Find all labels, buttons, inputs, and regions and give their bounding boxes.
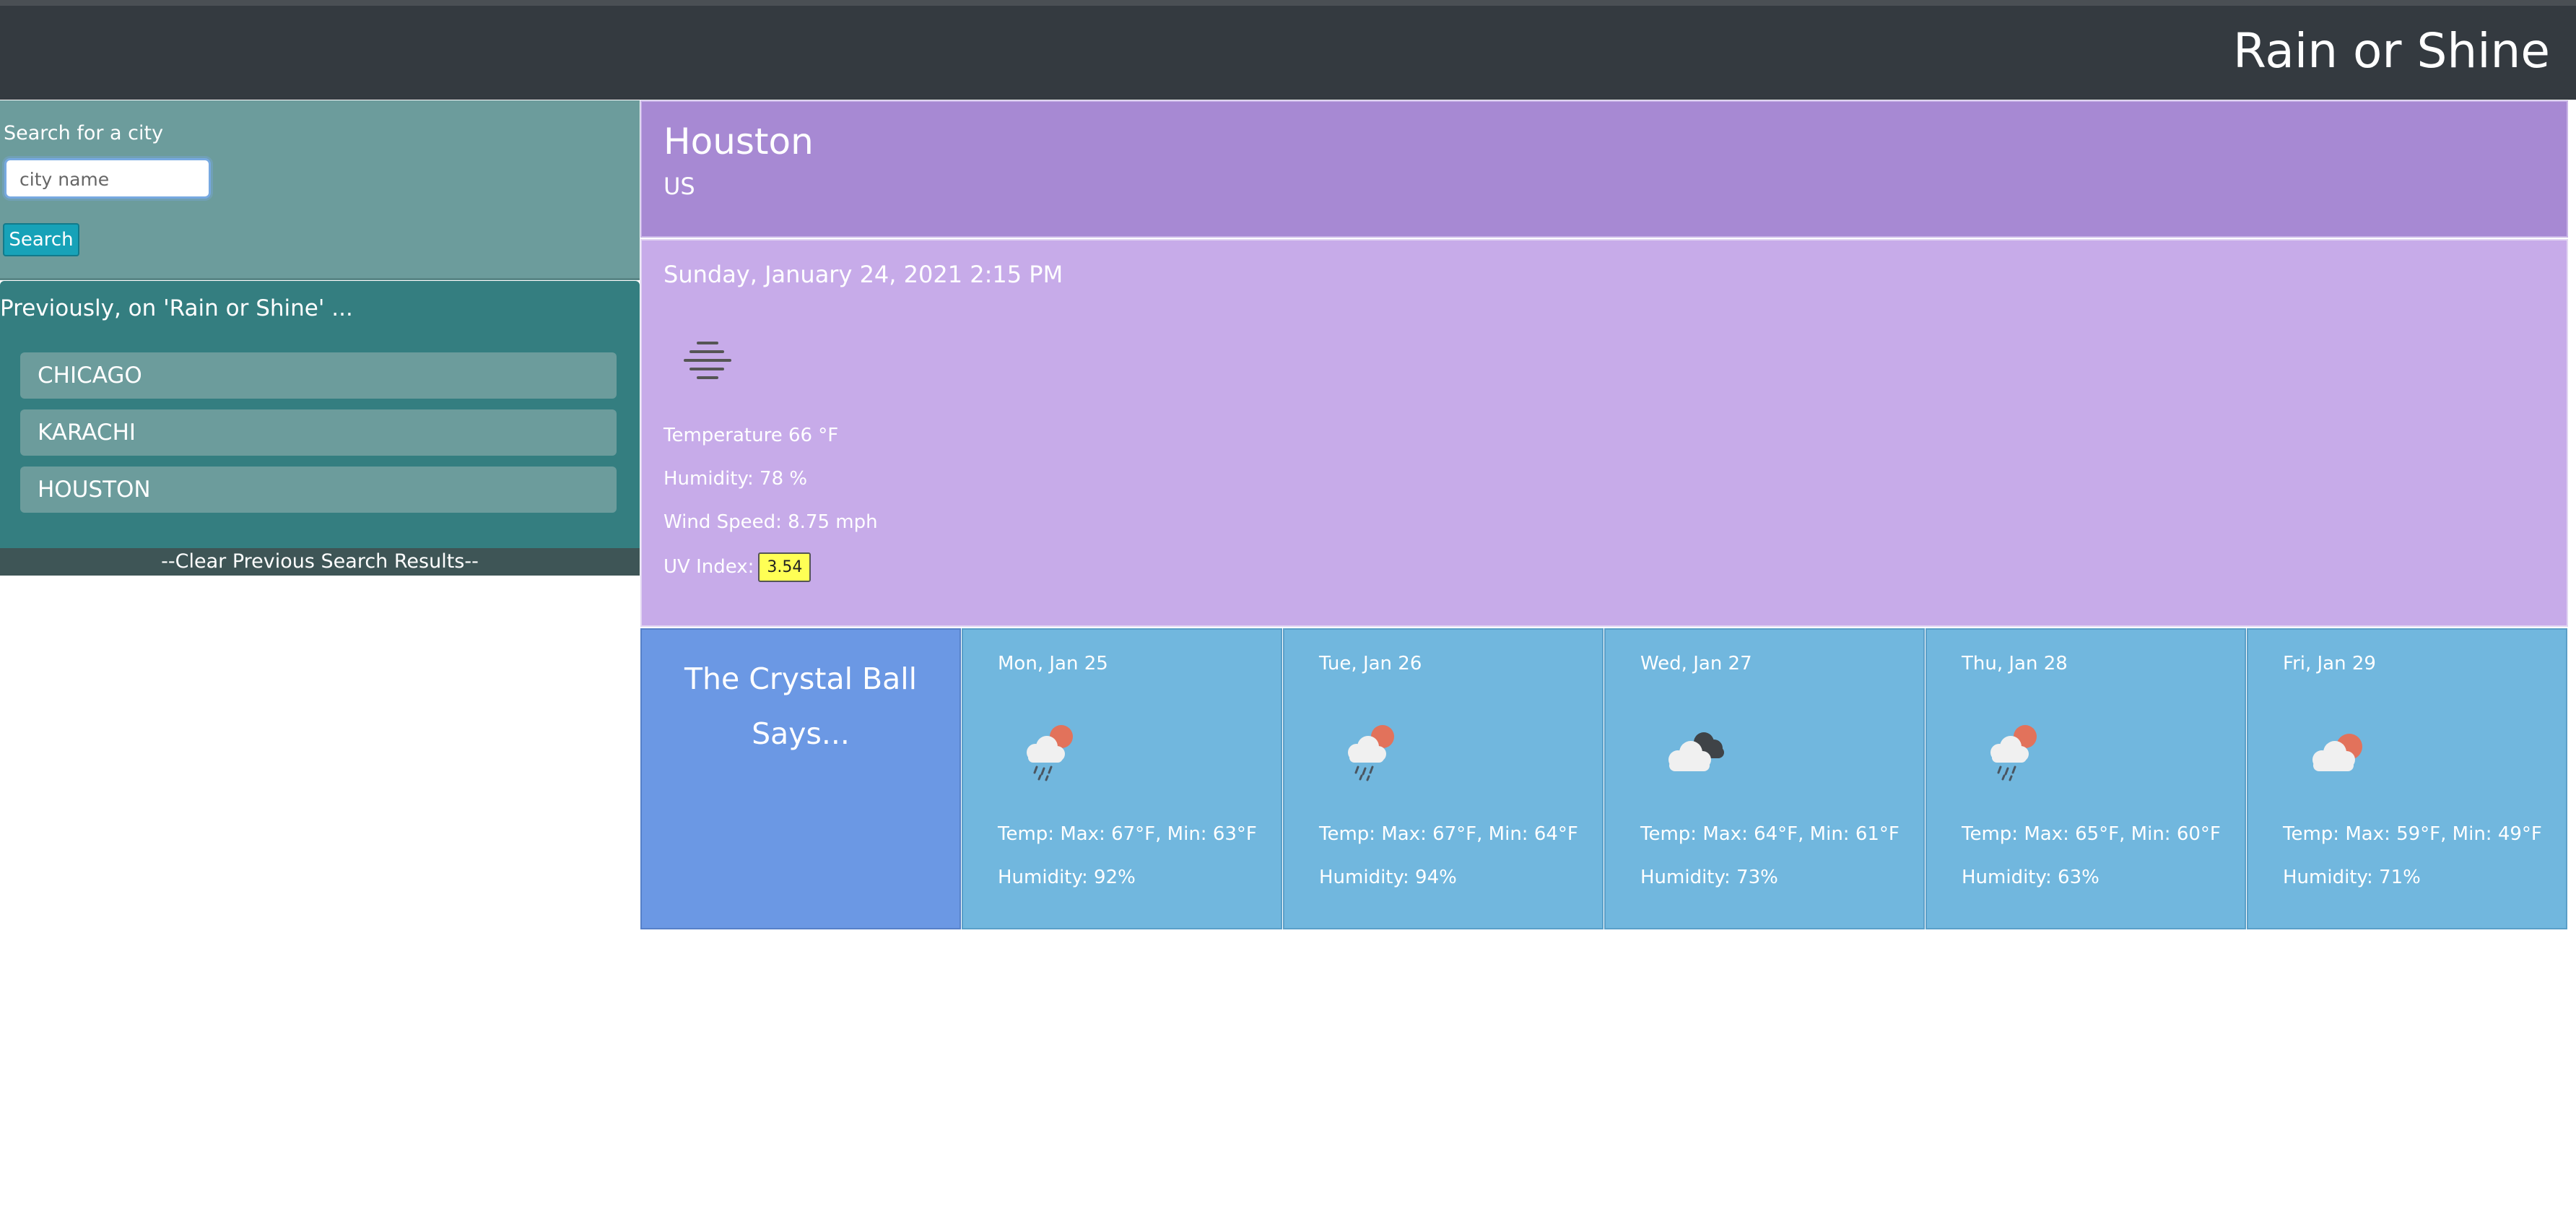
- broken-clouds-icon: [1668, 732, 1724, 771]
- history-item-chicago[interactable]: CHICAGO: [20, 352, 617, 399]
- search-panel: Search for a city city name Search: [0, 100, 640, 280]
- forecast-date: Fri, Jan 29: [2283, 653, 2376, 674]
- forecast-humidity: Humidity: 92%: [998, 867, 1136, 888]
- forecast-humidity: Humidity: 71%: [2283, 867, 2421, 888]
- cloud-sun-icon: [2312, 734, 2362, 771]
- forecast-humidity: Humidity: 63%: [1962, 867, 2099, 888]
- mist-icon: [684, 342, 731, 379]
- forecast-heading: The Crystal Ball Says...: [684, 661, 918, 751]
- history-item-karachi[interactable]: KARACHI: [20, 409, 617, 456]
- forecast-card-thu: Thu, Jan 28 Temp: Max: 65°F, Min: 60°F H…: [1926, 628, 2246, 929]
- history-item-houston[interactable]: HOUSTON: [20, 467, 617, 513]
- city-name: Houston: [663, 121, 814, 162]
- forecast-date: Thu, Jan 28: [1962, 653, 2068, 674]
- app-title: Rain or Shine: [2233, 23, 2550, 79]
- forecast-temp: Temp: Max: 67°F, Min: 63°F: [998, 823, 1257, 845]
- forecast-humidity: Humidity: 73%: [1640, 867, 1778, 888]
- history-title: Previously, on 'Rain or Shine' ...: [0, 295, 353, 321]
- forecast-card-mon: Mon, Jan 25 Temp: Max: 67°F, Min: 63°F H…: [962, 628, 1282, 929]
- search-history-panel: Previously, on 'Rain or Shine' ... CHICA…: [0, 281, 640, 548]
- current-temperature: Temperature 66 °F: [663, 425, 839, 446]
- current-wind-speed: Wind Speed: 8.75 mph: [663, 511, 878, 533]
- forecast-card-fri: Fri, Jan 29 Temp: Max: 59°F, Min: 49°F H…: [2247, 628, 2567, 929]
- forecast-temp: Temp: Max: 64°F, Min: 61°F: [1640, 823, 1900, 845]
- top-border: [0, 0, 2576, 6]
- forecast-heading-card: The Crystal Ball Says...: [640, 628, 961, 929]
- current-humidity: Humidity: 78 %: [663, 468, 808, 490]
- uv-index-badge: 3.54: [758, 552, 811, 582]
- city-search-input[interactable]: city name: [4, 158, 211, 199]
- rain-sun-icon: [1348, 725, 1394, 781]
- app-header: Rain or Shine: [0, 6, 2576, 100]
- forecast-date: Mon, Jan 25: [998, 653, 1108, 674]
- forecast-temp: Temp: Max: 65°F, Min: 60°F: [1962, 823, 2221, 845]
- country-code: US: [663, 173, 695, 200]
- clear-history-button[interactable]: --Clear Previous Search Results--: [0, 548, 640, 576]
- uv-index-row: UV Index: 3.54: [663, 552, 811, 582]
- forecast-date: Tue, Jan 26: [1319, 653, 1422, 674]
- uv-index-label: UV Index:: [663, 556, 754, 578]
- forecast-humidity: Humidity: 94%: [1319, 867, 1457, 888]
- forecast-temp: Temp: Max: 67°F, Min: 64°F: [1319, 823, 1578, 845]
- current-city-header: Houston US: [640, 100, 2568, 238]
- search-button[interactable]: Search: [3, 223, 79, 256]
- rain-sun-icon: [1990, 725, 2037, 781]
- forecast-card-tue: Tue, Jan 26 Temp: Max: 67°F, Min: 64°F H…: [1283, 628, 1604, 929]
- forecast-card-wed: Wed, Jan 27 Temp: Max: 64°F, Min: 61°F H…: [1604, 628, 1925, 929]
- rain-sun-icon: [1027, 725, 1073, 781]
- current-datetime: Sunday, January 24, 2021 2:15 PM: [663, 261, 1063, 288]
- forecast-date: Wed, Jan 27: [1640, 653, 1752, 674]
- current-weather-panel: Sunday, January 24, 2021 2:15 PM Tempera…: [640, 239, 2568, 627]
- search-label: Search for a city: [4, 122, 164, 144]
- forecast-temp: Temp: Max: 59°F, Min: 49°F: [2283, 823, 2542, 845]
